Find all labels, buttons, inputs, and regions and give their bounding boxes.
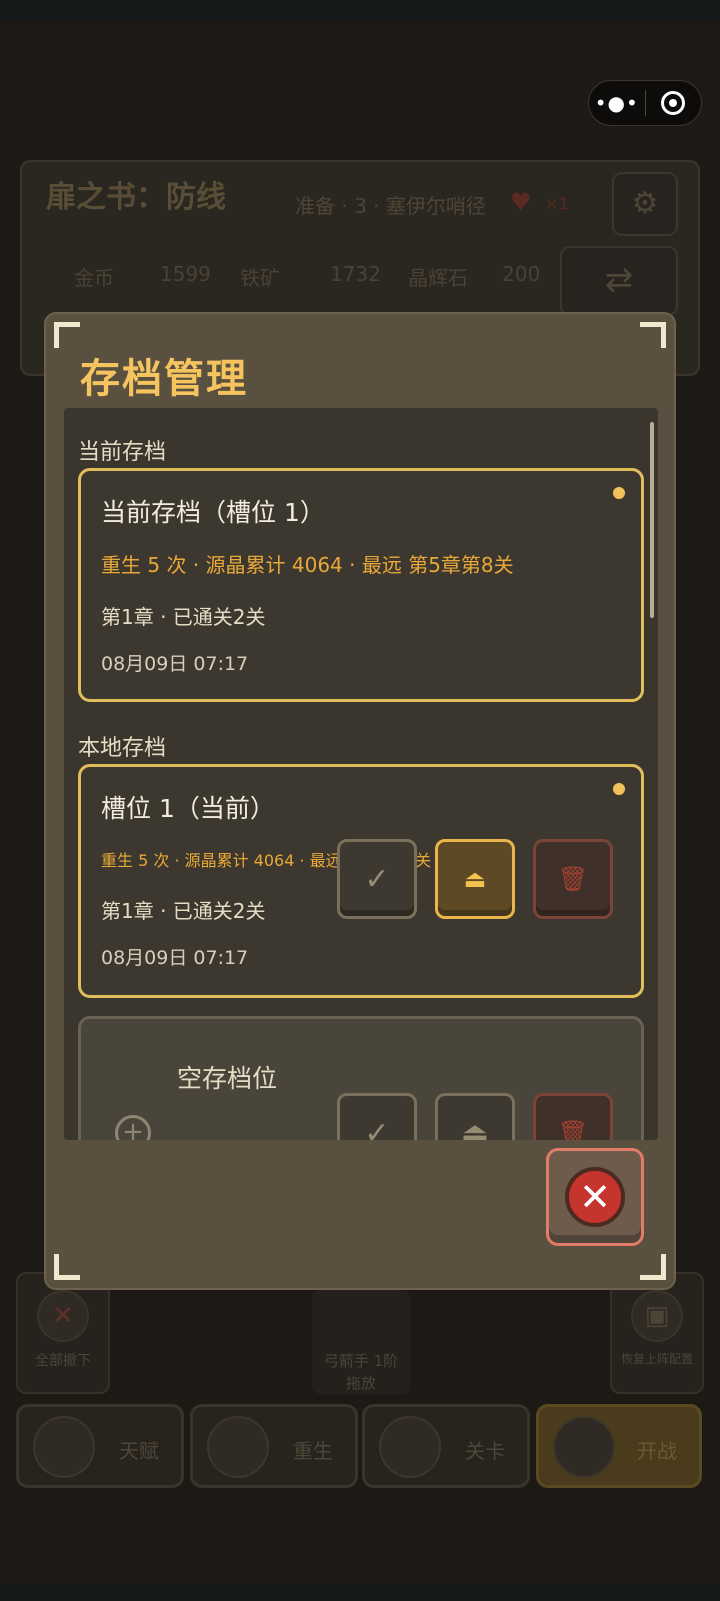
corner-decoration — [640, 322, 666, 348]
skull-icon — [553, 1416, 615, 1478]
clear-all-button[interactable]: ✕ 全部撤下 — [16, 1272, 110, 1394]
save-to-slot-button[interactable]: ✓ — [337, 839, 417, 919]
trash-icon: 🗑 — [557, 865, 589, 893]
cloud-upload-icon: ⏏ — [460, 1115, 490, 1141]
nav-level-button[interactable]: 关卡 — [362, 1404, 530, 1488]
trash-icon: 🗑 — [557, 1119, 589, 1140]
settings-gear-icon[interactable]: ⚙ — [612, 172, 678, 236]
restore-lineup-button[interactable]: ▣ 恢复上阵配置 — [610, 1272, 704, 1394]
save-slot-1-card[interactable]: 槽位 1（当前） 重生 5 次 · 源晶累计 4064 · 最远 第5章第8关 … — [78, 764, 644, 998]
swap-arrows-icon[interactable]: ⇄ — [560, 246, 678, 316]
close-icon: ✕ — [565, 1167, 625, 1227]
corner-decoration — [54, 1254, 80, 1280]
unit-name: 弓箭手 1阶 — [323, 1352, 399, 1370]
active-dot — [613, 487, 625, 499]
gold-label: 金币 — [74, 266, 114, 290]
current-save-date: 08月09日 07:17 — [101, 653, 249, 675]
unit-card[interactable]: 弓箭手 1阶 拖放 — [312, 1290, 410, 1394]
home-indicator-bar — [0, 1583, 720, 1601]
gold-value: 1599 — [160, 262, 211, 286]
load-empty-slot-button[interactable]: ⏏ — [435, 1093, 515, 1140]
cloud-upload-icon: ⏏ — [463, 865, 487, 893]
scrollbar[interactable] — [650, 422, 654, 618]
slot-1-progress: 第1章 · 已通关2关 — [101, 899, 266, 923]
lives-prefix: × — [545, 194, 559, 213]
iron-label: 铁矿 — [240, 266, 280, 290]
empty-slot-title: 空存档位 — [177, 1064, 278, 1093]
close-dialog-button[interactable]: ✕ — [546, 1148, 644, 1246]
game-title: 扉之书：防线 — [46, 180, 226, 215]
delete-slot-button[interactable]: 🗑 — [533, 839, 613, 919]
miniprogram-capsule: •●• — [588, 80, 702, 126]
stage-label: 准备 · 3 · 塞伊尔哨径 — [295, 194, 486, 218]
nav-rebirth-button[interactable]: 重生 — [190, 1404, 358, 1488]
slot-1-title: 槽位 1（当前） — [101, 794, 275, 823]
delete-empty-slot-button[interactable]: 🗑 — [533, 1093, 613, 1140]
save-list-scroll[interactable]: 当前存档 当前存档（槽位 1） 重生 5 次 · 源晶累计 4064 · 最远 … — [64, 408, 658, 1140]
crystal-value: 200 — [502, 262, 541, 286]
check-icon: ✓ — [364, 1115, 390, 1141]
heart-icon: ♥ — [510, 188, 532, 216]
slot-1-date: 08月09日 07:17 — [101, 947, 249, 969]
crystal-label: 晶辉石 — [408, 266, 468, 290]
dialog-title: 存档管理 — [80, 356, 248, 402]
lives-count: ×1 — [545, 194, 569, 213]
lives-value: 1 — [558, 194, 569, 213]
corner-decoration — [640, 1254, 666, 1280]
nav-battle-label: 开战 — [637, 1439, 677, 1463]
nav-talent-button[interactable]: 天赋 — [16, 1404, 184, 1488]
empty-slot-card[interactable]: 空存档位 + ✓ ⏏ 🗑 — [78, 1016, 644, 1140]
plus-icon: + — [115, 1115, 151, 1140]
load-slot-button[interactable]: ⏏ — [435, 839, 515, 919]
sword-icon — [379, 1416, 441, 1478]
iron-value: 1732 — [330, 262, 381, 286]
card-icon: ▣ — [631, 1290, 683, 1342]
nav-rebirth-label: 重生 — [293, 1439, 333, 1463]
current-save-summary: 重生 5 次 · 源晶累计 4064 · 最远 第5章第8关 — [101, 553, 514, 577]
tree-icon — [33, 1416, 95, 1478]
current-save-title: 当前存档（槽位 1） — [101, 498, 325, 527]
remove-icon: ✕ — [37, 1290, 89, 1342]
more-icon[interactable]: •●• — [589, 91, 645, 115]
unit-hint: 拖放 — [345, 1374, 376, 1392]
save-manager-dialog: 存档管理 当前存档 当前存档（槽位 1） 重生 5 次 · 源晶累计 4064 … — [44, 312, 676, 1290]
corner-decoration — [54, 322, 80, 348]
current-save-progress: 第1章 · 已通关2关 — [101, 605, 266, 629]
current-save-card[interactable]: 当前存档（槽位 1） 重生 5 次 · 源晶累计 4064 · 最远 第5章第8… — [78, 468, 644, 702]
close-miniprogram-button[interactable] — [645, 91, 701, 115]
local-save-heading: 本地存档 — [78, 736, 167, 761]
nav-level-label: 关卡 — [465, 1439, 505, 1463]
current-save-heading: 当前存档 — [78, 440, 167, 465]
feather-icon — [207, 1416, 269, 1478]
nav-battle-button[interactable]: 开战 — [536, 1404, 702, 1488]
clear-all-label: 全部撤下 — [35, 1353, 91, 1369]
nav-talent-label: 天赋 — [119, 1439, 159, 1463]
check-icon: ✓ — [364, 861, 390, 897]
target-icon — [661, 91, 686, 115]
active-dot — [613, 783, 625, 795]
restore-label: 恢复上阵配置 — [620, 1352, 693, 1366]
save-to-empty-slot-button[interactable]: ✓ — [337, 1093, 417, 1140]
game-screen: 扉之书：防线 准备 · 3 · 塞伊尔哨径 ♥ ×1 ⚙ 金币 1599 铁矿 … — [0, 0, 720, 1601]
